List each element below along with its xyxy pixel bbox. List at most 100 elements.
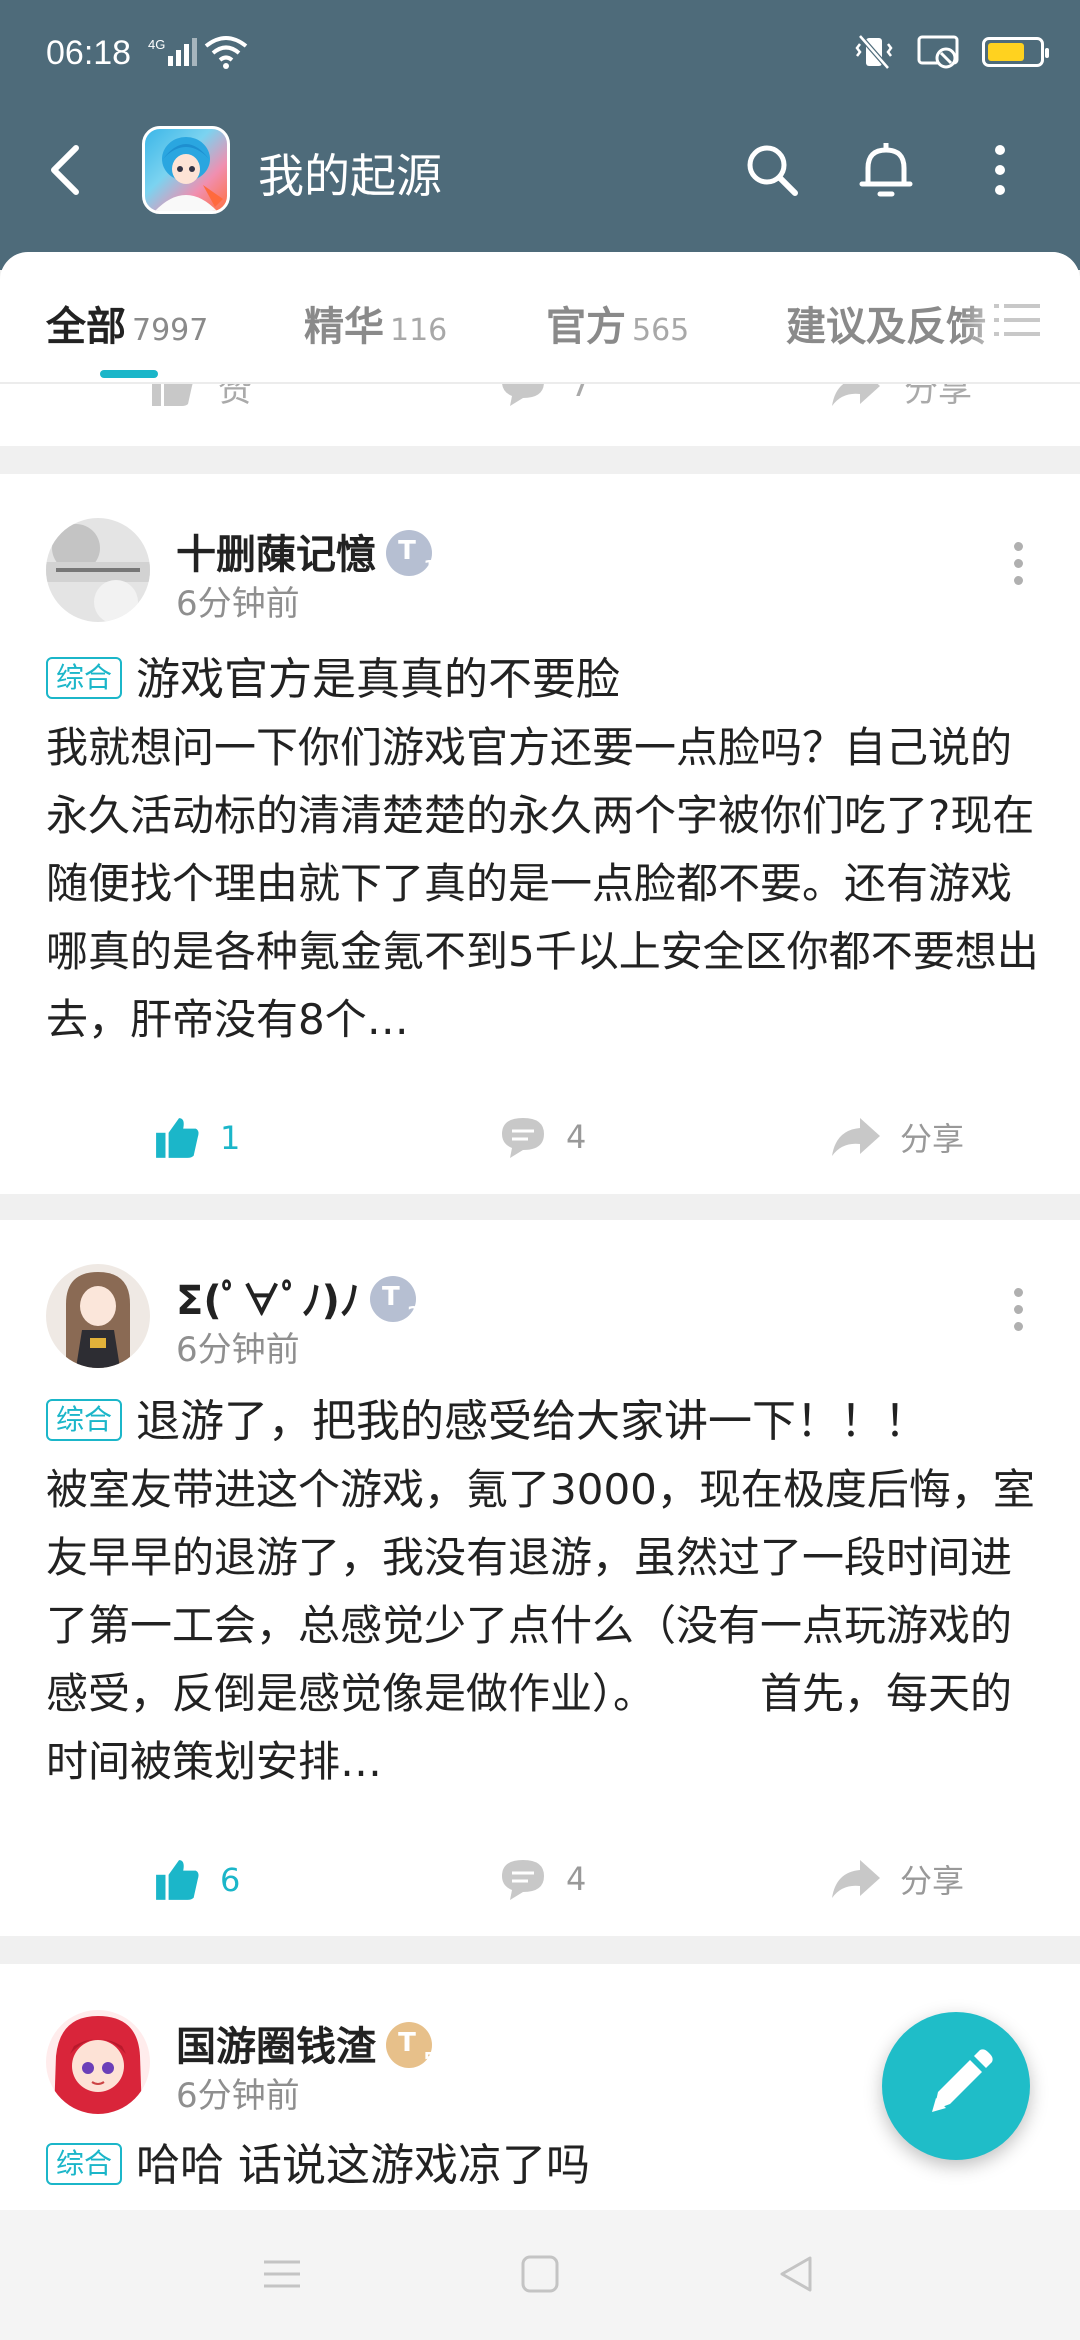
post-time: 6分钟前	[176, 1330, 300, 1370]
post-more-icon[interactable]	[1014, 1288, 1024, 1339]
tab-label: 官方	[546, 304, 626, 350]
category-tag: 综合	[46, 1399, 123, 1441]
home-nav-icon[interactable]	[520, 2254, 560, 2298]
tab-official[interactable]: 官方 565	[546, 294, 689, 352]
thumb-up-icon	[152, 384, 193, 406]
app-header: 06:18 4G 我的起源	[0, 0, 1080, 270]
comment-count: 4	[566, 1860, 587, 1898]
share-label: 分享	[904, 384, 972, 410]
tab-count: 7997	[132, 313, 209, 348]
wifi-icon	[204, 34, 248, 74]
avatar[interactable]	[46, 1264, 150, 1368]
comment-button[interactable]: 4	[498, 1856, 586, 1902]
share-button[interactable]: 分享	[830, 1856, 964, 1902]
category-tag: 综合	[46, 2143, 123, 2185]
post-actions: 6 4 分享	[0, 1856, 1080, 1916]
username[interactable]: 十删蔯记憶 T 1	[176, 522, 436, 580]
share-button[interactable]: 分享	[830, 1114, 964, 1160]
level-number: 1	[423, 557, 436, 578]
comment-icon	[502, 1860, 544, 1900]
like-button[interactable]: 赞	[150, 384, 252, 411]
page-title: 我的起源	[258, 149, 442, 203]
like-button[interactable]: 1	[154, 1114, 240, 1162]
tab-all[interactable]: 全部 7997	[46, 294, 208, 352]
thumb-up-icon	[156, 1860, 199, 1900]
compose-post-button[interactable]	[882, 2012, 1030, 2160]
post-actions: 1 4 分享	[0, 1114, 1080, 1174]
post-title-text: 游戏官方是真真的不要脸	[136, 654, 621, 705]
edit-pencil-icon	[932, 2049, 993, 2112]
comment-button[interactable]: 4	[498, 1114, 586, 1160]
back-nav-icon[interactable]	[776, 2254, 816, 2298]
category-tabs: 全部 7997 精华 116 官方 565 建议及反馈	[0, 252, 1080, 384]
share-arrow-icon	[832, 1860, 880, 1898]
share-label: 分享	[900, 1862, 965, 1900]
cast-icon	[917, 35, 959, 69]
back-arrow-icon[interactable]	[44, 140, 88, 200]
tab-label: 全部	[46, 304, 126, 350]
comment-count: 7	[570, 384, 592, 405]
post-title-text: 退游了，把我的感受给大家讲一下！！！	[136, 1396, 929, 1447]
comment-icon	[502, 1118, 544, 1158]
tab-count: 116	[390, 313, 448, 348]
post-time: 6分钟前	[176, 2076, 300, 2116]
username-text: 国游圈钱渣	[176, 2024, 376, 2070]
status-bar: 06:18 4G	[0, 0, 1080, 110]
tab-label: 建议及反馈	[786, 304, 986, 350]
tab-indicator	[100, 370, 158, 378]
level-badge-icon: T1	[386, 530, 436, 578]
post-more-icon[interactable]	[1014, 542, 1024, 593]
tab-count: 565	[632, 313, 690, 348]
avatar[interactable]	[46, 2010, 150, 2114]
app-bar: 我的起源	[0, 120, 1080, 220]
level-number: 2	[407, 1303, 420, 1324]
tab-label: 精华	[304, 304, 384, 350]
comment-icon	[502, 384, 544, 406]
share-button[interactable]: 分享	[830, 384, 972, 411]
post-card[interactable]: Σ(ﾟ∀ﾟﾉ)ﾉ T 2 6分钟前 综合 退游了，把我的感受给大家讲一下！！！ 被室友…	[0, 1220, 1080, 1936]
share-arrow-icon	[832, 1118, 880, 1156]
username[interactable]: Σ(ﾟ∀ﾟﾉ)ﾉ T 2	[176, 1268, 420, 1326]
level-badge-icon: T2	[369, 1276, 420, 1324]
share-arrow-icon	[832, 384, 880, 406]
thumb-up-icon	[156, 1118, 199, 1158]
like-count: 1	[220, 1119, 241, 1157]
post-card[interactable]: 十删蔯记憶 T 1 6分钟前 综合 游戏官方是真真的不要脸 我就想问一下你们游戏官方还…	[0, 474, 1080, 1194]
post-time: 6分钟前	[176, 584, 300, 624]
search-icon[interactable]	[740, 138, 804, 202]
menu-nav-icon[interactable]	[262, 2254, 302, 2298]
status-right	[854, 32, 1049, 72]
category-tag: 综合	[46, 657, 123, 699]
post-body: 我就想问一下你们游戏官方还要一点脸吗？自己说的永久活动标的清清楚楚的永久两个字被…	[46, 723, 1039, 1044]
tab-featured[interactable]: 精华 116	[304, 294, 447, 352]
post-title: 综合 游戏官方是真真的不要脸	[46, 652, 1046, 708]
game-app-icon	[142, 126, 230, 214]
post-title-text: 哈哈 话说这游戏凉了吗	[136, 2140, 591, 2191]
avatar[interactable]	[46, 518, 150, 622]
like-label: 赞	[218, 384, 252, 410]
vibrate-icon	[855, 34, 893, 70]
battery-icon	[982, 37, 1049, 67]
username[interactable]: 国游圈钱渣 T 5	[176, 2014, 436, 2072]
tab-list-icon[interactable]	[994, 300, 1040, 344]
system-nav-bar	[0, 2210, 1080, 2340]
post-body: 被室友带进这个游戏，氪了3000，现在极度后悔，室友早早的退游了，我没有退游，虽…	[46, 1465, 1035, 1786]
tab-feedback[interactable]: 建议及反馈	[786, 294, 986, 352]
level-badge-icon: T5	[386, 2022, 436, 2070]
like-button[interactable]: 6	[154, 1856, 240, 1904]
status-time: 06:18	[46, 34, 132, 72]
username-text: Σ(ﾟ∀ﾟﾉ)ﾉ	[176, 1278, 360, 1324]
network-label: 4G	[148, 37, 165, 52]
post-title: 综合 退游了，把我的感受给大家讲一下！！！	[46, 1394, 1046, 1450]
battery-level	[988, 43, 1024, 61]
previous-post-actions: 赞 7 分享	[0, 384, 1080, 446]
signal-icon: 4G	[148, 36, 200, 74]
comment-count: 4	[566, 1118, 587, 1156]
like-count: 6	[220, 1861, 241, 1899]
share-label: 分享	[900, 1120, 965, 1158]
more-vertical-icon[interactable]	[968, 138, 1032, 202]
bell-icon[interactable]	[854, 138, 918, 202]
comment-button[interactable]: 7	[498, 384, 592, 408]
username-text: 十删蔯记憶	[176, 532, 376, 578]
level-number: 5	[423, 2049, 436, 2070]
